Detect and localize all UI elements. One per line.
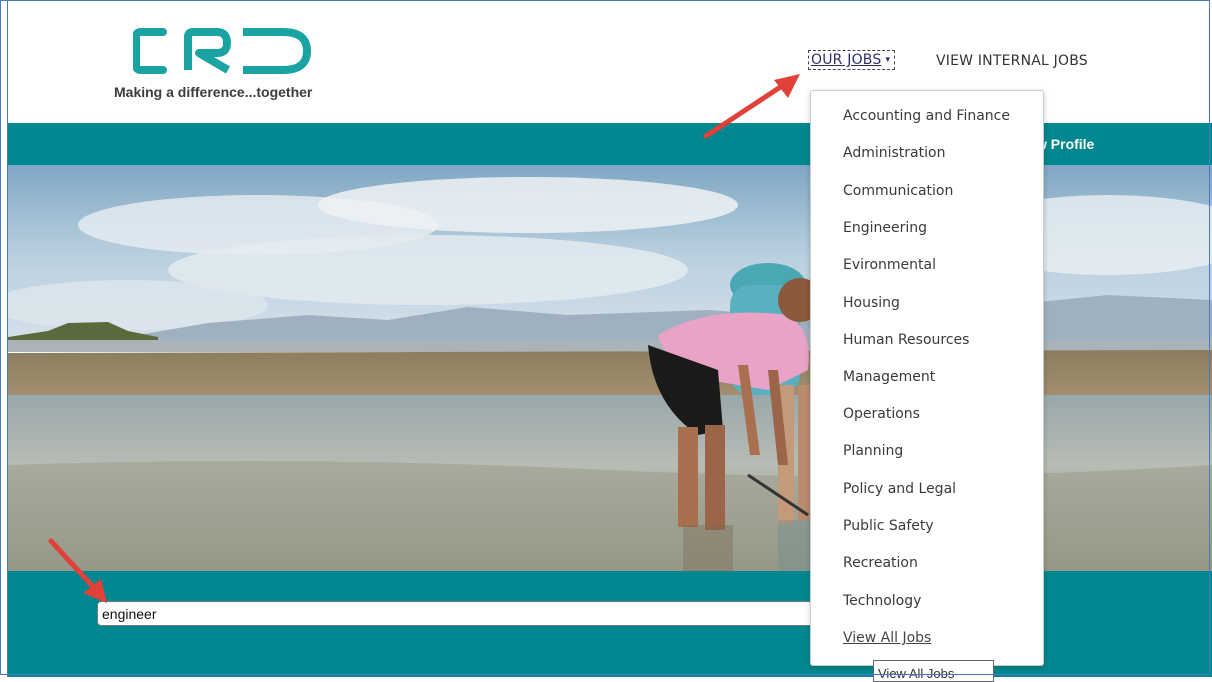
our-jobs-dropdown: Accounting and Finance Administration Co…: [810, 90, 1044, 666]
caret-down-icon: ▾: [885, 55, 891, 65]
dropdown-item-public-safety[interactable]: Public Safety: [843, 518, 934, 534]
dropdown-item-technology[interactable]: Technology: [843, 593, 921, 609]
nav-view-internal-jobs[interactable]: VIEW INTERNAL JOBS: [936, 53, 1088, 69]
view-all-jobs-tooltip: View All Jobs: [873, 660, 994, 682]
dropdown-item-recreation[interactable]: Recreation: [843, 555, 918, 571]
dropdown-item-communication[interactable]: Communication: [843, 183, 953, 199]
dropdown-item-operations[interactable]: Operations: [843, 406, 920, 422]
dropdown-item-engineering[interactable]: Engineering: [843, 220, 927, 236]
dropdown-item-planning[interactable]: Planning: [843, 443, 903, 459]
nav-our-jobs-label: OUR JOBS: [811, 52, 882, 68]
tagline: Making a difference...together: [114, 84, 313, 100]
view-profile-link[interactable]: w Profile: [1036, 136, 1094, 152]
dropdown-item-human-resources[interactable]: Human Resources: [843, 332, 969, 348]
dropdown-item-evironmental[interactable]: Evironmental: [843, 257, 936, 273]
dropdown-item-management[interactable]: Management: [843, 369, 935, 385]
crd-logo[interactable]: [133, 28, 313, 74]
dropdown-item-administration[interactable]: Administration: [843, 145, 945, 161]
dropdown-item-policy-and-legal[interactable]: Policy and Legal: [843, 481, 956, 497]
window-border-line: [7, 0, 8, 677]
nav-our-jobs[interactable]: OUR JOBS ▾: [808, 50, 896, 70]
job-search-input[interactable]: [97, 601, 817, 626]
dropdown-item-view-all-jobs[interactable]: View All Jobs: [843, 630, 931, 646]
dropdown-item-accounting-and-finance[interactable]: Accounting and Finance: [843, 108, 1010, 124]
dropdown-item-housing[interactable]: Housing: [843, 295, 900, 311]
